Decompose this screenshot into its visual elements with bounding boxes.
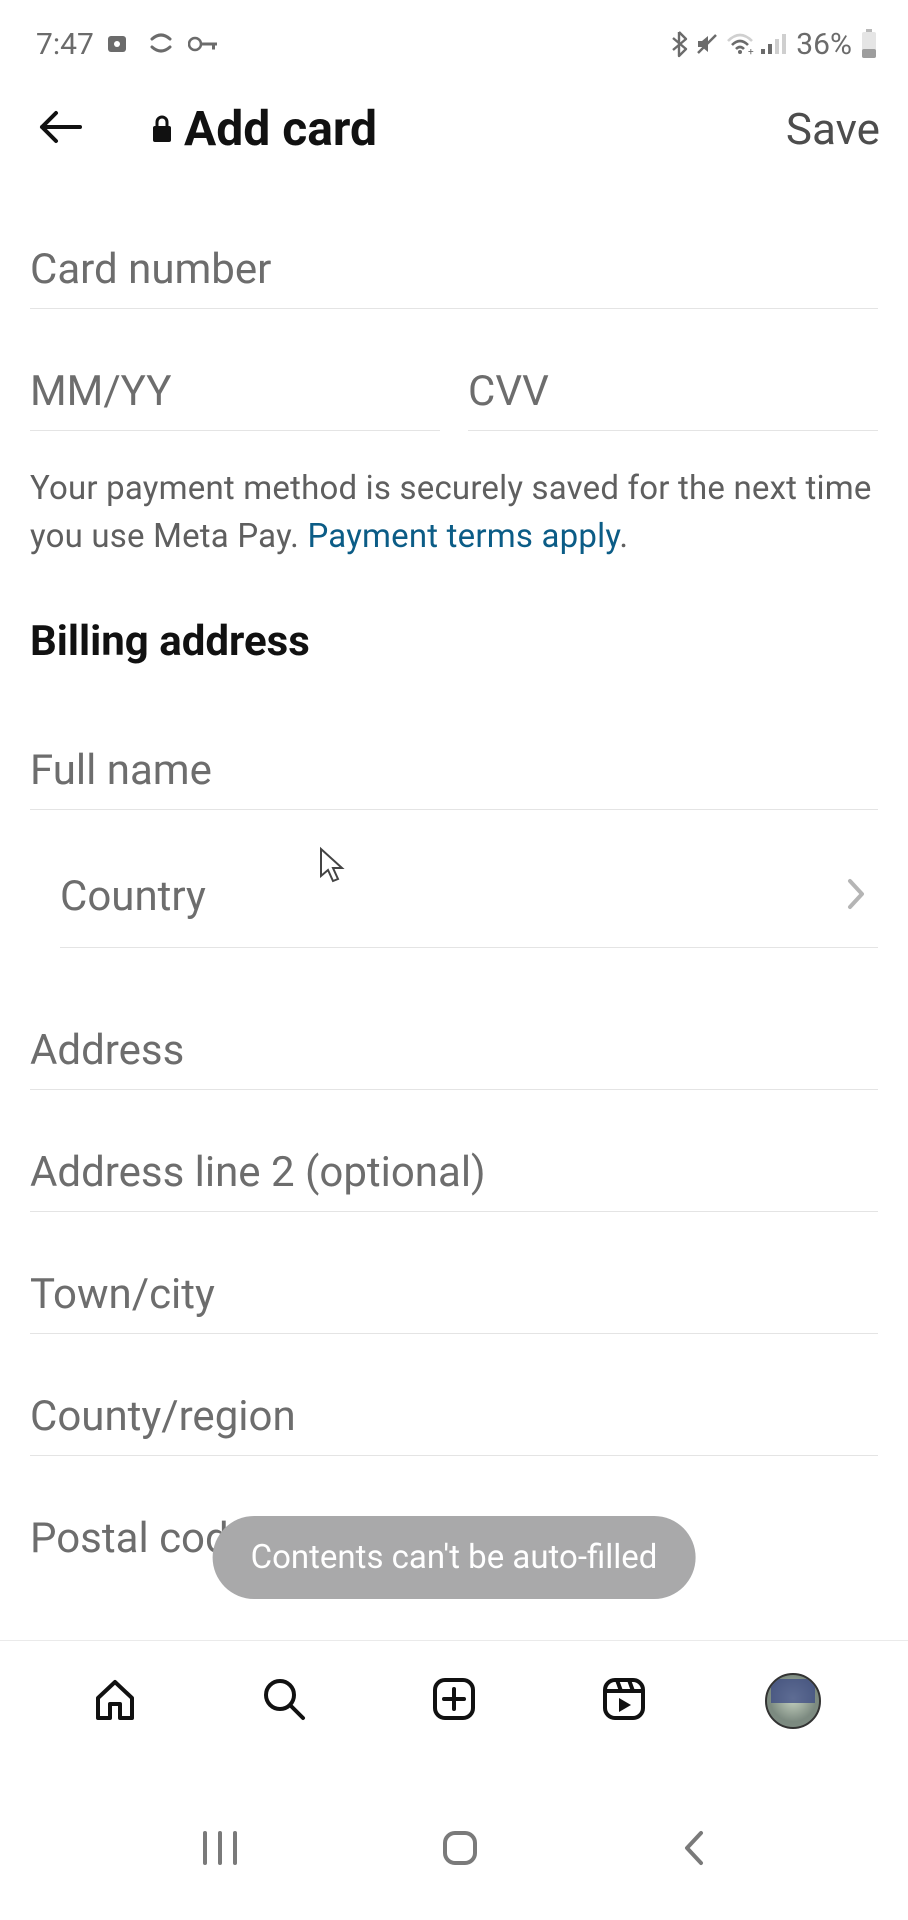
payment-info-period: . [619,517,628,556]
address2-input[interactable]: Address line 2 (optional) [30,1090,878,1212]
status-time: 7:47 [36,27,94,62]
sys-back[interactable] [679,1827,709,1873]
card-number-input[interactable]: Card number [30,187,878,309]
page-header: Add card Save [0,70,908,187]
sys-recents[interactable] [199,1827,241,1873]
full-name-input[interactable]: Full name [30,666,878,810]
battery-icon [860,29,878,59]
bluetooth-icon [670,30,688,58]
nav-home[interactable] [80,1666,150,1736]
lock-icon [150,114,174,144]
address-placeholder: Address [30,1026,878,1075]
nav-create[interactable] [419,1666,489,1736]
address-input[interactable]: Address [30,948,878,1090]
status-bar: 7:47 + 36% [0,0,908,70]
reels-icon [599,1674,649,1728]
card-number-placeholder: Card number [30,245,878,294]
app-bottom-nav [0,1640,908,1760]
expiry-placeholder: MM/YY [30,367,440,416]
page-title: Add card [184,100,377,157]
system-nav [0,1800,908,1920]
sys-home[interactable] [439,1827,481,1873]
country-select[interactable]: Country [60,810,878,948]
nav-profile[interactable] [758,1666,828,1736]
key-icon [188,36,218,52]
country-placeholder: Country [60,872,206,921]
town-placeholder: Town/city [30,1270,878,1319]
save-button[interactable]: Save [786,103,880,155]
chevron-right-icon [846,877,868,915]
county-input[interactable]: County/region [30,1334,878,1456]
payment-terms-link[interactable]: Payment terms apply [307,517,619,556]
plus-square-icon [429,1674,479,1728]
nav-reels[interactable] [589,1666,659,1736]
home-icon [90,1674,140,1728]
cast-icon [148,33,174,55]
avatar [765,1673,821,1729]
payment-info-text: Your payment method is securely saved fo… [30,431,878,561]
wifi-icon: + [726,33,754,55]
expiry-input[interactable]: MM/YY [30,309,440,431]
autofill-toast: Contents can't be auto-filled [213,1516,696,1599]
mute-icon [694,31,720,57]
address2-placeholder: Address line 2 (optional) [30,1148,878,1197]
search-icon [259,1674,309,1728]
back-button[interactable] [30,101,90,157]
svg-text:+: + [748,47,754,55]
county-placeholder: County/region [30,1392,878,1441]
full-name-placeholder: Full name [30,746,878,795]
cvv-input[interactable]: CVV [468,309,878,431]
signal-icon [760,33,786,55]
video-icon [108,34,134,54]
cvv-placeholder: CVV [468,367,878,416]
billing-address-heading: Billing address [30,561,878,666]
nav-search[interactable] [249,1666,319,1736]
town-input[interactable]: Town/city [30,1212,878,1334]
status-battery-text: 36% [796,27,852,62]
